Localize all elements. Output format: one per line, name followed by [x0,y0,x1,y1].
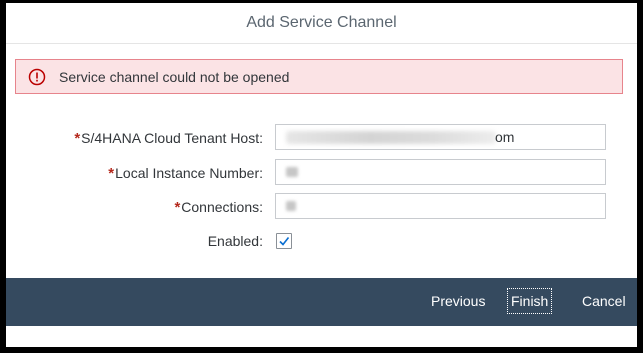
checkmark-icon [279,237,290,246]
dialog-header: Add Service Channel [6,3,637,44]
instance-label-text: Local Instance Number: [115,165,263,181]
enabled-checkbox[interactable] [276,233,292,249]
instance-label: *Local Instance Number: [108,158,263,188]
host-input[interactable]: om [275,124,606,150]
host-label-text: S/4HANA Cloud Tenant Host: [81,130,263,146]
dialog-title: Add Service Channel [246,14,397,31]
instance-row: *Local Instance Number: [6,158,637,188]
connections-label: *Connections: [174,192,263,222]
host-row: *S/4HANA Cloud Tenant Host: om [6,123,637,153]
required-marker: * [174,199,181,216]
enabled-label: Enabled: [207,233,263,249]
redacted-value [286,201,296,211]
host-label: *S/4HANA Cloud Tenant Host: [74,123,263,153]
redacted-value [286,167,298,177]
connections-row: *Connections: [6,192,637,222]
error-message-text: Service channel could not be opened [59,68,290,85]
enabled-row: Enabled: [6,226,637,256]
redacted-value [286,131,496,144]
connections-label-text: Connections: [181,199,263,215]
cancel-button[interactable]: Cancel [579,288,629,314]
required-marker: * [74,130,81,147]
host-value-suffix: om [495,129,515,145]
required-marker: * [108,165,115,182]
instance-number-input[interactable] [275,159,606,185]
previous-button[interactable]: Previous [428,288,488,314]
connections-input[interactable] [275,193,606,219]
add-service-channel-dialog: Add Service Channel Service channel coul… [6,3,637,347]
alert-circle-icon [28,68,46,86]
error-message-strip: Service channel could not be opened [15,59,623,94]
finish-button[interactable]: Finish [507,288,553,314]
dialog-footer: Previous Finish Cancel [6,278,637,326]
